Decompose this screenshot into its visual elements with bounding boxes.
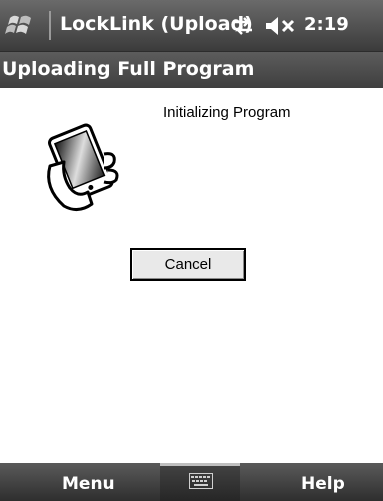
menu-softkey[interactable]: Menu	[0, 463, 170, 501]
volume-muted-icon[interactable]	[264, 16, 300, 36]
handheld-device-icon	[47, 123, 119, 211]
help-softkey-label: Help	[301, 474, 345, 494]
caption-bar: Uploading Full Program	[0, 51, 383, 88]
cancel-button[interactable]: Cancel	[130, 248, 246, 281]
title-bar: LockLink (Upload) 2:19	[0, 0, 383, 51]
status-text: Initializing Program	[163, 104, 291, 121]
title-separator	[49, 11, 51, 40]
input-panel-button[interactable]	[160, 463, 240, 501]
menu-bar: Menu Help	[0, 463, 383, 501]
help-softkey[interactable]: Help	[245, 463, 383, 501]
input-panel-tab	[160, 463, 240, 466]
window-caption: Uploading Full Program	[2, 58, 255, 80]
content-area: Initializing Program Cancel	[0, 88, 383, 463]
clock[interactable]: 2:19	[304, 14, 349, 35]
keyboard-icon	[189, 473, 213, 489]
app-title: LockLink (Upload)	[60, 13, 253, 35]
connectivity-icon[interactable]	[231, 15, 255, 37]
menu-softkey-label: Menu	[62, 474, 115, 494]
windows-start-icon[interactable]	[4, 10, 44, 40]
